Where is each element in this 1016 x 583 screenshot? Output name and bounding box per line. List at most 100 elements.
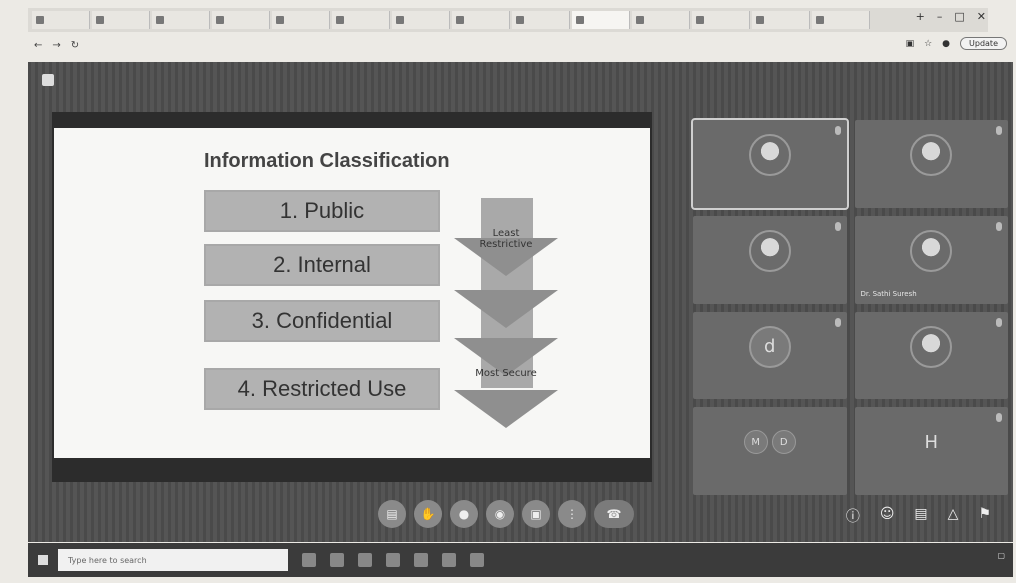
meeting-window: Information Classification 1. Public 2. … [28,62,1013,542]
task-view-icon[interactable] [302,553,316,567]
taskbar-apps [302,553,484,567]
classification-level: 4. Restricted Use [204,368,440,410]
address-bar: ← → ↻ ▣ ☆ ● Update [28,34,1013,56]
host-controls-icon[interactable]: ⚑ [978,506,991,526]
tab-favicon-icon [636,16,644,24]
browser-tab[interactable] [332,11,390,29]
participant-name: Dr. Sathi Suresh [860,289,917,298]
browser-toolbar-right: ▣ ☆ ● Update [906,37,1007,50]
browser-tab[interactable] [692,11,750,29]
tab-favicon-icon [516,16,524,24]
present-icon[interactable]: ▣ [522,500,550,528]
meeting-side-controls: ⓘ ☺ ▤ △ ⚑ [846,506,991,526]
info-icon[interactable]: ⓘ [846,506,860,526]
mic-icon [834,221,841,231]
mic-icon [834,126,841,135]
close-icon[interactable]: ✕ [977,10,986,23]
app-icon[interactable] [330,553,344,567]
avatar: d [748,325,791,368]
browser-tab[interactable] [152,11,210,29]
browser-tab[interactable] [752,11,810,29]
chat-icon[interactable]: ▤ [914,506,927,526]
end-call-button[interactable]: ☎ [594,500,634,528]
shield-icon [42,74,54,86]
forward-icon[interactable]: → [52,40,60,51]
initial-badge: D [771,430,796,455]
taskbar-search[interactable]: Type here to search [58,549,288,571]
captions-icon[interactable]: ▤ [378,500,406,528]
browser-tab[interactable] [512,11,570,29]
star-icon[interactable]: ☆ [924,39,932,49]
mic-icon [996,317,1002,327]
windows-start-icon[interactable] [38,555,48,565]
participant-tile[interactable] [691,118,849,210]
notification-icon[interactable]: ▢ [997,551,1005,560]
tab-favicon-icon [216,16,224,24]
browser-tab[interactable] [812,11,870,29]
classification-level: 1. Public [204,190,440,232]
extension-icon[interactable]: ▣ [906,39,915,49]
avatar [910,134,953,177]
participant-tile[interactable]: H [854,407,1008,495]
app-icon[interactable] [442,553,456,567]
browser-tab[interactable] [212,11,270,29]
browser-tab[interactable] [92,11,150,29]
arrow-bottom-label: Most Secure [475,368,537,379]
browser-tab-active[interactable] [572,11,630,29]
activities-icon[interactable]: △ [948,506,959,526]
app-icon[interactable] [358,553,372,567]
hand-raise-icon[interactable]: ✋ [414,500,442,528]
back-icon[interactable]: ← [34,40,42,51]
app-icon[interactable] [386,553,400,567]
reload-icon[interactable]: ↻ [71,40,79,51]
classification-level: 2. Internal [204,244,440,286]
browser-tab[interactable] [392,11,450,29]
participant-tile[interactable]: d [693,311,847,400]
system-tray: ▢ [981,551,1005,560]
initial-badge: M [743,430,768,455]
avatar [748,229,791,272]
minimize-icon[interactable]: – [937,10,943,23]
participant-grid: Dr. Sathi Suresh d M D H [691,118,1008,495]
tab-favicon-icon [816,16,824,24]
presentation-slide: Information Classification 1. Public 2. … [54,128,650,458]
tab-favicon-icon [696,16,704,24]
nav-buttons: ← → ↻ [34,40,79,51]
maximize-icon[interactable]: □ [954,10,964,23]
profile-icon[interactable]: ● [942,39,950,49]
arrow-top-label: Least Restrictive [479,228,533,250]
window-controls: + – □ ✕ [916,10,986,23]
avatar [748,134,791,177]
arrow-chevron [454,390,558,428]
tab-favicon-icon [36,16,44,24]
app-icon[interactable] [470,553,484,567]
participant-tile[interactable] [854,311,1008,400]
participant-tile[interactable]: Dr. Sathi Suresh [854,215,1008,304]
app-icon[interactable] [414,553,428,567]
browser-tab[interactable] [632,11,690,29]
participant-tile[interactable] [693,215,847,304]
new-tab-icon[interactable]: + [916,10,925,23]
browser-tab[interactable] [32,11,90,29]
participant-tile[interactable]: M D [693,407,847,495]
people-icon[interactable]: ☺ [880,506,895,526]
windows-taskbar: Type here to search ▢ [28,543,1013,577]
tab-favicon-icon [756,16,764,24]
slide-title: Information Classification [204,150,450,172]
browser-tab[interactable] [272,11,330,29]
participant-tile[interactable] [854,120,1008,208]
mic-icon [834,317,841,327]
tab-favicon-icon [276,16,284,24]
call-controls: ▤ ✋ ● ◉ ▣ ⋮ ☎ [378,500,634,528]
camera-toggle-icon[interactable]: ◉ [486,500,514,528]
tab-favicon-icon [456,16,464,24]
mic-icon [996,126,1002,135]
mic-icon [996,221,1002,231]
tab-favicon-icon [576,16,584,24]
avatar-initials: M D [743,430,796,455]
more-options-icon[interactable]: ⋮ [558,500,586,528]
avatar [910,325,953,368]
browser-tab[interactable] [452,11,510,29]
update-button[interactable]: Update [960,37,1007,50]
mic-toggle-icon[interactable]: ● [450,500,478,528]
